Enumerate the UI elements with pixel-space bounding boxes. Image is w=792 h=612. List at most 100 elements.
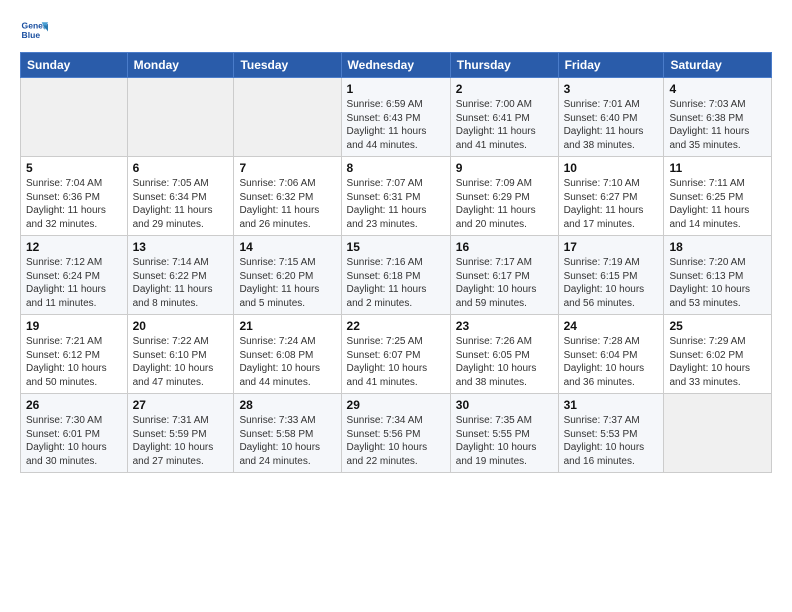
- day-number: 24: [564, 319, 659, 333]
- calendar-cell: 26 Sunrise: 7:30 AM Sunset: 6:01 PM Dayli…: [21, 394, 128, 473]
- day-number: 26: [26, 398, 122, 412]
- day-info: Sunrise: 7:00 AM Sunset: 6:41 PM Dayligh…: [456, 98, 553, 152]
- calendar-cell: 4 Sunrise: 7:03 AM Sunset: 6:38 PM Daylig…: [664, 78, 772, 157]
- calendar-cell: 13 Sunrise: 7:14 AM Sunset: 6:22 PM Dayli…: [127, 236, 234, 315]
- day-info: Sunrise: 7:15 AM Sunset: 6:20 PM Dayligh…: [239, 256, 335, 310]
- day-number: 25: [669, 319, 766, 333]
- calendar-cell: 12 Sunrise: 7:12 AM Sunset: 6:24 PM Dayli…: [21, 236, 128, 315]
- calendar-cell: 17Sunrise: 7:19 AM Sunset: 6:15 PM Dayli…: [558, 236, 664, 315]
- day-number: 29: [347, 398, 445, 412]
- day-info: Sunrise: 7:30 AM Sunset: 6:01 PM Dayligh…: [26, 414, 122, 468]
- day-info: Sunrise: 7:21 AM Sunset: 6:12 PM Dayligh…: [26, 335, 122, 389]
- day-number: 16: [456, 240, 553, 254]
- calendar-cell: 24 Sunrise: 7:28 AM Sunset: 6:04 PM Dayli…: [558, 315, 664, 394]
- day-info: Sunrise: 7:31 AM Sunset: 5:59 PM Dayligh…: [133, 414, 229, 468]
- day-info: Sunrise: 7:28 AM Sunset: 6:04 PM Dayligh…: [564, 335, 659, 389]
- calendar-cell: 21 Sunrise: 7:24 AM Sunset: 6:08 PM Dayli…: [234, 315, 341, 394]
- calendar-cell: 15 Sunrise: 7:16 AM Sunset: 6:18 PM Dayli…: [341, 236, 450, 315]
- day-info: Sunrise: 7:17 AM Sunset: 6:17 PM Dayligh…: [456, 256, 553, 310]
- day-info: Sunrise: 7:12 AM Sunset: 6:24 PM Dayligh…: [26, 256, 122, 310]
- day-header-sunday: Sunday: [21, 53, 128, 78]
- day-number: 8: [347, 161, 445, 175]
- calendar-cell: 1 Sunrise: 6:59 AM Sunset: 6:43 PM Daylig…: [341, 78, 450, 157]
- calendar-cell: 5 Sunrise: 7:04 AM Sunset: 6:36 PM Daylig…: [21, 157, 128, 236]
- calendar-cell: 31 Sunrise: 7:37 AM Sunset: 5:53 PM Dayli…: [558, 394, 664, 473]
- day-header-friday: Friday: [558, 53, 664, 78]
- day-info: Sunrise: 6:59 AM Sunset: 6:43 PM Dayligh…: [347, 98, 445, 152]
- day-number: 1: [347, 82, 445, 96]
- day-header-wednesday: Wednesday: [341, 53, 450, 78]
- day-info: Sunrise: 7:37 AM Sunset: 5:53 PM Dayligh…: [564, 414, 659, 468]
- day-info: Sunrise: 7:14 AM Sunset: 6:22 PM Dayligh…: [133, 256, 229, 310]
- day-number: 21: [239, 319, 335, 333]
- calendar-cell: 2 Sunrise: 7:00 AM Sunset: 6:41 PM Daylig…: [450, 78, 558, 157]
- day-info: Sunrise: 7:34 AM Sunset: 5:56 PM Dayligh…: [347, 414, 445, 468]
- day-info: Sunrise: 7:01 AM Sunset: 6:40 PM Dayligh…: [564, 98, 659, 152]
- calendar-cell: 29 Sunrise: 7:34 AM Sunset: 5:56 PM Dayli…: [341, 394, 450, 473]
- calendar-cell: 14 Sunrise: 7:15 AM Sunset: 6:20 PM Dayli…: [234, 236, 341, 315]
- calendar-cell: [127, 78, 234, 157]
- day-info: Sunrise: 7:06 AM Sunset: 6:32 PM Dayligh…: [239, 177, 335, 231]
- day-info: Sunrise: 7:10 AM Sunset: 6:27 PM Dayligh…: [564, 177, 659, 231]
- day-header-thursday: Thursday: [450, 53, 558, 78]
- calendar-cell: 16 Sunrise: 7:17 AM Sunset: 6:17 PM Dayli…: [450, 236, 558, 315]
- day-number: 23: [456, 319, 553, 333]
- calendar-cell: 27Sunrise: 7:31 AM Sunset: 5:59 PM Dayli…: [127, 394, 234, 473]
- day-info: Sunrise: 7:16 AM Sunset: 6:18 PM Dayligh…: [347, 256, 445, 310]
- logo: General Blue: [20, 16, 52, 44]
- day-info: Sunrise: 7:05 AM Sunset: 6:34 PM Dayligh…: [133, 177, 229, 231]
- day-info: Sunrise: 7:35 AM Sunset: 5:55 PM Dayligh…: [456, 414, 553, 468]
- day-info: Sunrise: 7:33 AM Sunset: 5:58 PM Dayligh…: [239, 414, 335, 468]
- day-info: Sunrise: 7:24 AM Sunset: 6:08 PM Dayligh…: [239, 335, 335, 389]
- day-number: 5: [26, 161, 122, 175]
- calendar-cell: 7 Sunrise: 7:06 AM Sunset: 6:32 PM Daylig…: [234, 157, 341, 236]
- day-number: 14: [239, 240, 335, 254]
- calendar-cell: [21, 78, 128, 157]
- day-number: 13: [133, 240, 229, 254]
- calendar-cell: 30 Sunrise: 7:35 AM Sunset: 5:55 PM Dayli…: [450, 394, 558, 473]
- day-number: 30: [456, 398, 553, 412]
- calendar-cell: 23 Sunrise: 7:26 AM Sunset: 6:05 PM Dayli…: [450, 315, 558, 394]
- svg-text:Blue: Blue: [22, 30, 41, 40]
- day-number: 17: [564, 240, 659, 254]
- calendar-cell: 6 Sunrise: 7:05 AM Sunset: 6:34 PM Daylig…: [127, 157, 234, 236]
- calendar-cell: 3 Sunrise: 7:01 AM Sunset: 6:40 PM Daylig…: [558, 78, 664, 157]
- day-info: Sunrise: 7:04 AM Sunset: 6:36 PM Dayligh…: [26, 177, 122, 231]
- day-info: Sunrise: 7:26 AM Sunset: 6:05 PM Dayligh…: [456, 335, 553, 389]
- day-number: 15: [347, 240, 445, 254]
- day-number: 28: [239, 398, 335, 412]
- day-number: 22: [347, 319, 445, 333]
- day-number: 10: [564, 161, 659, 175]
- day-info: Sunrise: 7:25 AM Sunset: 6:07 PM Dayligh…: [347, 335, 445, 389]
- day-number: 19: [26, 319, 122, 333]
- calendar-table: SundayMondayTuesdayWednesdayThursdayFrid…: [20, 52, 772, 473]
- day-number: 31: [564, 398, 659, 412]
- day-info: Sunrise: 7:03 AM Sunset: 6:38 PM Dayligh…: [669, 98, 766, 152]
- day-info: Sunrise: 7:09 AM Sunset: 6:29 PM Dayligh…: [456, 177, 553, 231]
- calendar-cell: 28 Sunrise: 7:33 AM Sunset: 5:58 PM Dayli…: [234, 394, 341, 473]
- calendar-cell: [234, 78, 341, 157]
- day-number: 20: [133, 319, 229, 333]
- day-number: 11: [669, 161, 766, 175]
- day-number: 18: [669, 240, 766, 254]
- calendar-cell: 18 Sunrise: 7:20 AM Sunset: 6:13 PM Dayli…: [664, 236, 772, 315]
- day-number: 9: [456, 161, 553, 175]
- day-info: Sunrise: 7:07 AM Sunset: 6:31 PM Dayligh…: [347, 177, 445, 231]
- day-number: 3: [564, 82, 659, 96]
- calendar-cell: 20Sunrise: 7:22 AM Sunset: 6:10 PM Dayli…: [127, 315, 234, 394]
- calendar-cell: 10 Sunrise: 7:10 AM Sunset: 6:27 PM Dayli…: [558, 157, 664, 236]
- day-info: Sunrise: 7:20 AM Sunset: 6:13 PM Dayligh…: [669, 256, 766, 310]
- day-number: 12: [26, 240, 122, 254]
- day-number: 6: [133, 161, 229, 175]
- day-number: 4: [669, 82, 766, 96]
- calendar-cell: 8 Sunrise: 7:07 AM Sunset: 6:31 PM Daylig…: [341, 157, 450, 236]
- calendar-cell: 19 Sunrise: 7:21 AM Sunset: 6:12 PM Dayli…: [21, 315, 128, 394]
- calendar-cell: 9 Sunrise: 7:09 AM Sunset: 6:29 PM Daylig…: [450, 157, 558, 236]
- day-info: Sunrise: 7:29 AM Sunset: 6:02 PM Dayligh…: [669, 335, 766, 389]
- day-number: 7: [239, 161, 335, 175]
- day-number: 2: [456, 82, 553, 96]
- day-header-saturday: Saturday: [664, 53, 772, 78]
- calendar-cell: 25 Sunrise: 7:29 AM Sunset: 6:02 PM Dayli…: [664, 315, 772, 394]
- calendar-cell: 11 Sunrise: 7:11 AM Sunset: 6:25 PM Dayli…: [664, 157, 772, 236]
- day-info: Sunrise: 7:11 AM Sunset: 6:25 PM Dayligh…: [669, 177, 766, 231]
